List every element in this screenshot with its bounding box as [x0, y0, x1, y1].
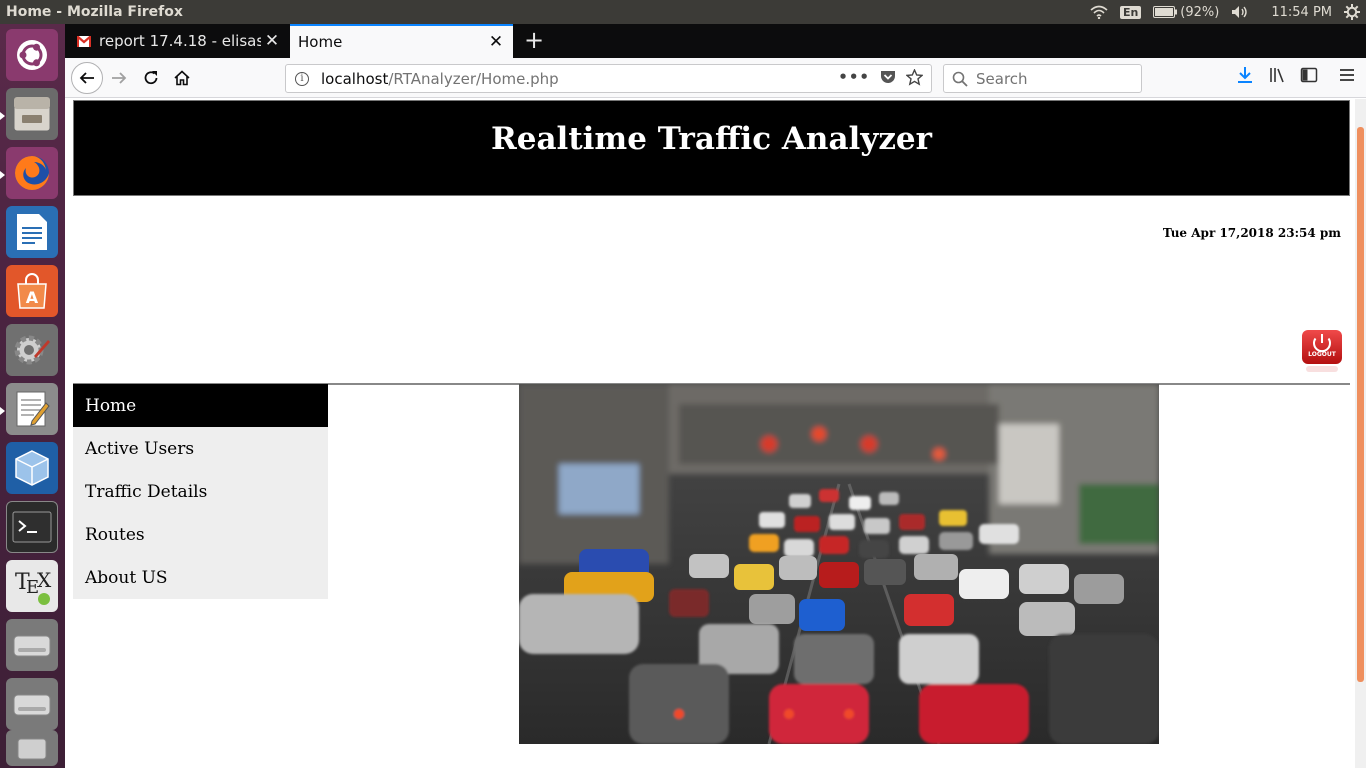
tab-label: report 17.4.18 - elisasant [99, 32, 261, 50]
library-icon[interactable] [1268, 66, 1286, 84]
url-bar[interactable]: i localhost/RTAnalyzer/Home.php ••• [285, 64, 932, 93]
forward-arrow-icon [112, 72, 127, 84]
forward-button[interactable] [105, 64, 133, 92]
running-indicator [0, 171, 5, 179]
page-viewport: Realtime Traffic Analyzer Tue Apr 17,201… [65, 99, 1355, 768]
browser-tab-bar: report 17.4.18 - elisasant ✕ Home ✕ + [65, 24, 1366, 58]
svg-text:X: X [37, 568, 52, 592]
sidebar-toggle-icon[interactable] [1300, 66, 1318, 84]
os-top-panel: Home - Mozilla Firefox En (92%) 11:54 PM [0, 0, 1366, 24]
back-arrow-icon [79, 72, 94, 84]
texmaker-icon[interactable]: T E X [6, 560, 58, 612]
system-settings-icon[interactable] [6, 324, 58, 376]
url-text: localhost/RTAnalyzer/Home.php [321, 70, 559, 88]
settings-gear-icon[interactable] [1344, 4, 1360, 20]
libreoffice-writer-icon[interactable] [6, 206, 58, 258]
terminal-icon[interactable] [6, 501, 58, 553]
nav-item-home[interactable]: Home [73, 384, 328, 427]
software-center-icon[interactable]: A [6, 265, 58, 317]
toolbar-right [1236, 66, 1356, 84]
search-input[interactable]: Search [943, 64, 1142, 93]
pocket-icon[interactable] [880, 70, 896, 85]
window-title: Home - Mozilla Firefox [6, 4, 183, 20]
running-indicator [0, 112, 5, 120]
reload-button[interactable] [137, 64, 165, 92]
virtualbox-icon[interactable] [6, 442, 58, 494]
nav-item-routes[interactable]: Routes [73, 513, 328, 556]
side-navigation: Home Active Users Traffic Details Routes… [73, 384, 328, 599]
trash-icon[interactable] [6, 730, 58, 766]
nav-item-about-us[interactable]: About US [73, 556, 328, 599]
url-actions: ••• [838, 68, 923, 86]
gmail-icon [77, 35, 91, 47]
page-scrollbar[interactable] [1355, 99, 1366, 768]
url-host: localhost [321, 69, 389, 88]
battery-indicator[interactable]: (92%) [1153, 5, 1219, 20]
url-path: /RTAnalyzer/Home.php [388, 69, 559, 88]
files-icon[interactable] [6, 88, 58, 140]
reload-icon [144, 71, 158, 85]
new-tab-button[interactable]: + [521, 28, 547, 54]
logout-button[interactable]: LOGOUT [1302, 330, 1342, 372]
battery-percent: (92%) [1180, 4, 1220, 20]
system-tray: En (92%) 11:54 PM [1090, 0, 1360, 24]
clock[interactable]: 11:54 PM [1271, 5, 1332, 20]
svg-text:A: A [26, 288, 39, 307]
search-placeholder: Search [976, 69, 1028, 88]
site-header: Realtime Traffic Analyzer [73, 100, 1350, 196]
close-tab-icon[interactable]: ✕ [485, 32, 507, 52]
firefox-icon[interactable] [6, 147, 58, 199]
running-indicator [0, 407, 5, 415]
home-icon [174, 70, 190, 86]
keyboard-layout-indicator[interactable]: En [1119, 5, 1142, 19]
page-actions-icon[interactable]: ••• [838, 68, 870, 86]
back-button[interactable] [71, 62, 103, 94]
home-button[interactable] [168, 64, 196, 92]
search-icon [952, 71, 968, 87]
nav-item-traffic-details[interactable]: Traffic Details [73, 470, 328, 513]
volume-icon[interactable] [1231, 5, 1249, 19]
ubuntu-dash-icon[interactable] [6, 29, 58, 81]
site-info-icon[interactable]: i [295, 71, 309, 86]
current-datetime: Tue Apr 17,2018 23:54 pm [1162, 226, 1341, 240]
drive-icon[interactable] [6, 619, 58, 671]
downloads-icon[interactable] [1236, 66, 1254, 84]
text-editor-icon[interactable] [6, 383, 58, 435]
nav-item-active-users[interactable]: Active Users [73, 427, 328, 470]
browser-navigation-bar: i localhost/RTAnalyzer/Home.php ••• Sear… [65, 58, 1366, 98]
scrollbar-thumb[interactable] [1357, 127, 1364, 682]
unity-launcher: A T E X [0, 24, 65, 768]
logout-label: LOGOUT [1308, 351, 1336, 358]
traffic-jam-photo [519, 384, 1159, 744]
tab-report[interactable]: report 17.4.18 - elisasant ✕ [67, 24, 289, 58]
battery-icon [1153, 6, 1178, 18]
drive-icon[interactable] [6, 678, 58, 730]
tab-label: Home [298, 33, 343, 51]
bookmark-star-icon[interactable] [906, 68, 923, 86]
wifi-icon[interactable] [1090, 5, 1108, 19]
site-title: Realtime Traffic Analyzer [490, 120, 932, 157]
hamburger-menu-icon[interactable] [1338, 66, 1356, 84]
close-tab-icon[interactable]: ✕ [261, 31, 283, 51]
tab-home[interactable]: Home ✕ [290, 24, 513, 58]
